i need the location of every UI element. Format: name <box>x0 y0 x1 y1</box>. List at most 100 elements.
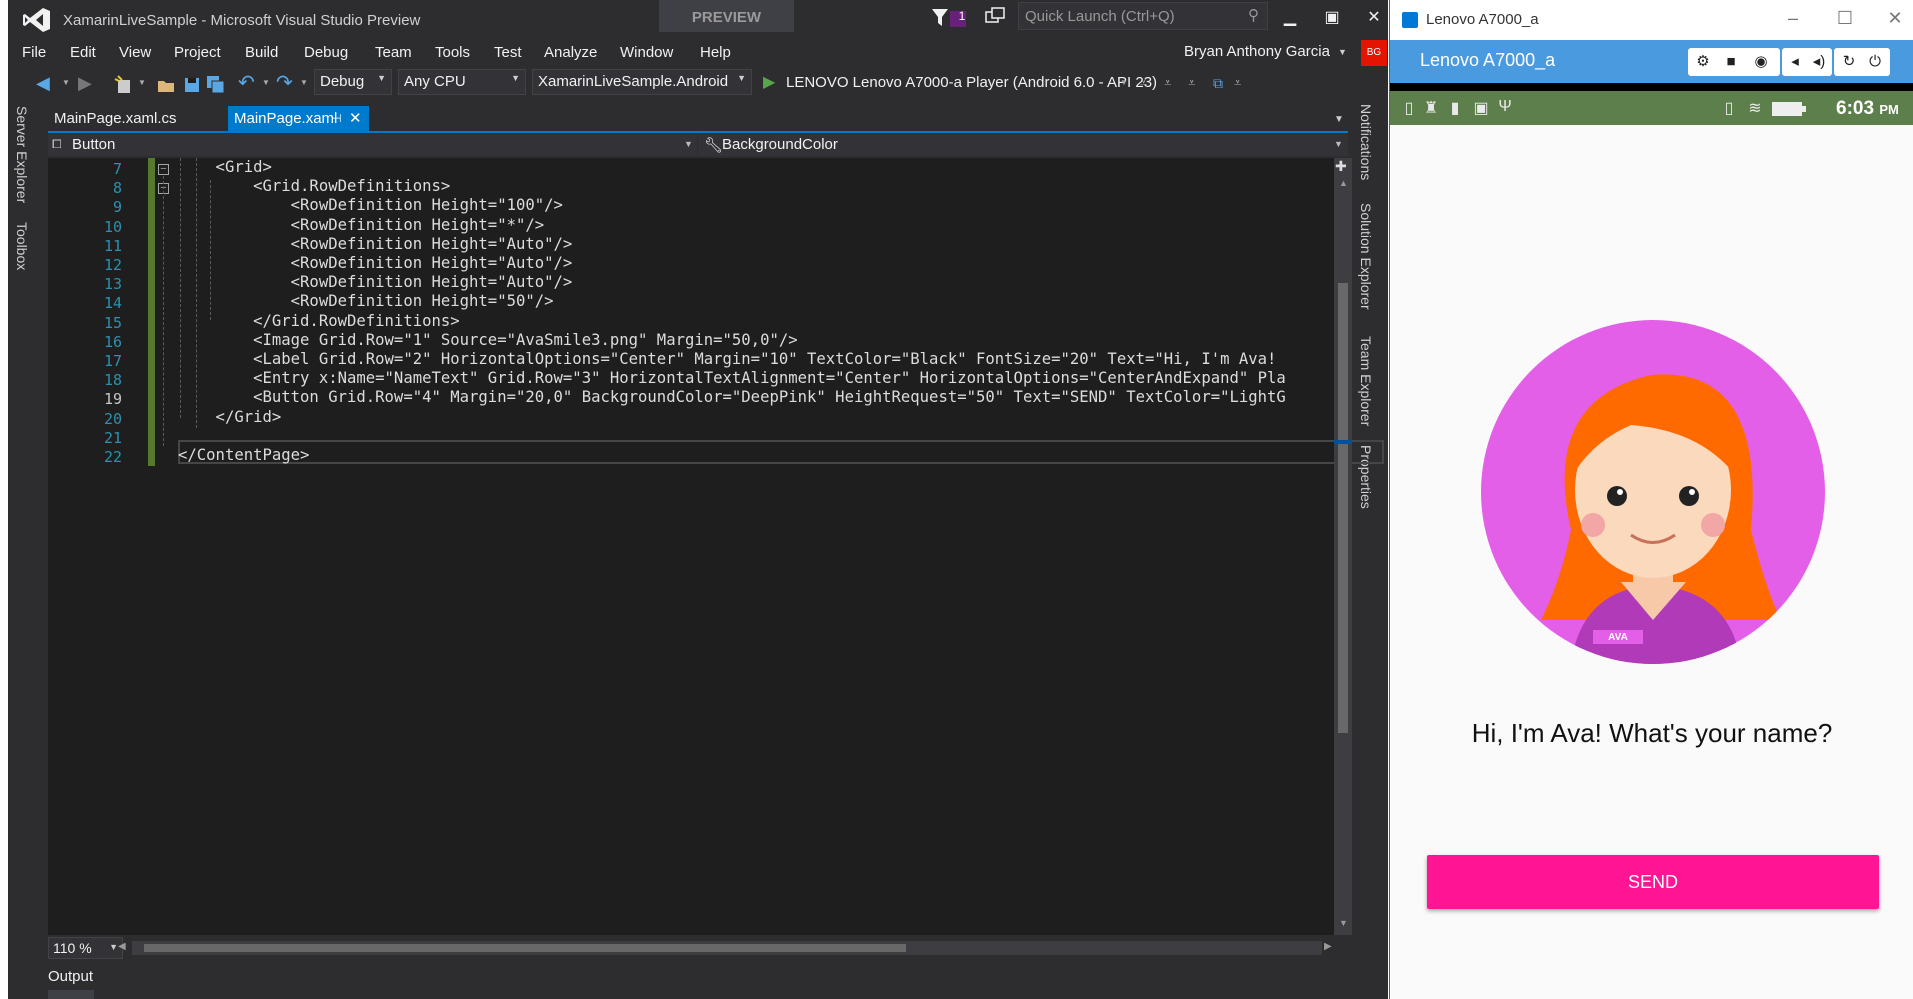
split-editor-icon[interactable]: ✚ <box>1335 158 1347 175</box>
menu-help[interactable]: Help <box>698 42 733 64</box>
tab-mainpage-xaml-cs[interactable]: MainPage.xaml.cs <box>48 106 183 132</box>
undo-icon[interactable]: ↶ <box>238 70 255 96</box>
player-volume-controls: ◂ ◂) <box>1782 48 1832 76</box>
tabs-dropdown-icon[interactable]: ▼ <box>1334 114 1344 125</box>
toolbar-overflow-icon[interactable]: ⩡ <box>1164 70 1171 96</box>
new-project-icon[interactable] <box>114 72 134 98</box>
title-bar: XamarinLiveSample - Microsoft Visual Stu… <box>8 0 1388 40</box>
minimize-button[interactable]: – <box>1778 8 1808 29</box>
collapse-grid-icon[interactable]: − <box>158 164 169 175</box>
scrollbar-thumb[interactable] <box>144 944 906 952</box>
user-name[interactable]: Bryan Anthony Garcia <box>1184 43 1330 60</box>
scrollbar-thumb[interactable] <box>1338 283 1348 733</box>
chevron-down-icon: ▼ <box>684 139 693 149</box>
solution-configuration-icon[interactable]: ⧉ <box>1213 70 1223 96</box>
menu-test[interactable]: Test <box>492 42 524 64</box>
scroll-left-icon[interactable]: ◀ <box>118 941 126 952</box>
user-dropdown-icon[interactable]: ▼ <box>1338 47 1347 57</box>
save-all-icon[interactable] <box>206 72 226 98</box>
new-dropdown-icon[interactable]: ▼ <box>138 70 146 96</box>
element-selector[interactable]: ⧠ Button ▼ <box>48 134 698 156</box>
menu-view[interactable]: View <box>117 42 153 64</box>
back-icon[interactable]: ◀ <box>36 70 50 96</box>
save-icon[interactable] <box>182 72 202 98</box>
send-button[interactable]: SEND <box>1427 855 1879 909</box>
pin-icon[interactable]: ⊣ <box>332 106 342 132</box>
maximize-button[interactable]: ☐ <box>1830 8 1860 29</box>
menu-edit[interactable]: Edit <box>68 42 98 64</box>
menu-window[interactable]: Window <box>618 42 675 64</box>
menu-team[interactable]: Team <box>373 42 414 64</box>
app-content: AVA Hi, I'm Ava! What's your name? SEND <box>1390 125 1913 999</box>
player-app-icon <box>1402 12 1418 28</box>
screenshot-icon[interactable]: ◉ <box>1748 51 1774 73</box>
close-button[interactable]: ✕ <box>1880 8 1910 29</box>
code-line[interactable]: </ContentPage> <box>178 444 309 467</box>
configuration-select[interactable]: Debug ▼ <box>314 69 392 95</box>
line-number: 16 <box>103 332 122 351</box>
member-selector-value: BackgroundColor <box>722 136 838 153</box>
toolbar-overflow-icon[interactable]: ⩡ <box>1140 70 1147 96</box>
menu-file[interactable]: File <box>20 42 48 64</box>
configuration-value: Debug <box>320 73 365 90</box>
close-button[interactable]: ✕ <box>1354 4 1394 32</box>
search-icon: ⚲ <box>1248 7 1259 24</box>
toolbar-overflow-icon[interactable]: ⩡ <box>1234 70 1241 96</box>
code-text[interactable]: <Grid> <Grid.RowDefinitions> <RowDefinit… <box>178 158 1383 935</box>
rotate-icon[interactable]: ↻ <box>1836 51 1862 73</box>
menu-tools[interactable]: Tools <box>433 42 472 64</box>
indent-guide <box>163 176 164 446</box>
scroll-right-icon[interactable]: ▶ <box>1324 941 1332 952</box>
menu-build[interactable]: Build <box>243 42 280 64</box>
close-icon[interactable]: ✕ <box>349 106 362 132</box>
menu-analyze[interactable]: Analyze <box>542 42 599 64</box>
quick-launch-input[interactable]: Quick Launch (Ctrl+Q) ⚲ <box>1018 2 1268 30</box>
zoom-select[interactable]: 110 % ▼ <box>48 937 123 959</box>
volume-down-icon[interactable]: ◂ <box>1782 51 1808 73</box>
feedback-icon[interactable] <box>983 6 1007 30</box>
horizontal-scrollbar[interactable] <box>132 941 1322 955</box>
volume-up-icon[interactable]: ◂) <box>1806 51 1832 73</box>
code-editor[interactable]: 7 8 9 10 11 12 13 14 15 16 17 18 19 20 21 22 − − <Grid>… <box>48 158 1384 935</box>
wifi-icon: ≋ <box>1748 100 1762 117</box>
menu-project[interactable]: Project <box>172 42 223 64</box>
player-device-name: Lenovo A7000_a <box>1420 50 1556 70</box>
open-file-icon[interactable] <box>156 72 176 98</box>
platform-select[interactable]: Any CPU ▼ <box>398 69 526 95</box>
scroll-up-icon[interactable]: ▲ <box>1339 178 1348 188</box>
output-panel-tab[interactable]: Output <box>48 968 93 985</box>
avatar[interactable]: BG <box>1361 40 1387 66</box>
camera-icon[interactable]: ■ <box>1718 51 1744 73</box>
maximize-button[interactable]: ▣ <box>1312 4 1352 32</box>
device-player-window: Lenovo A7000_a – ☐ ✕ Lenovo A7000_a ⚙ ■ … <box>1389 0 1913 999</box>
ava-avatar-image <box>1481 320 1825 664</box>
toolbar-overflow-icon[interactable]: ⩡ <box>1188 70 1195 96</box>
redo-dropdown-icon[interactable]: ▼ <box>300 70 308 96</box>
member-selector[interactable]: 🔧︎ BackgroundColor ▼ <box>700 134 1348 156</box>
code-line[interactable]: <Button Grid.Row="4" Margin="20,0" Backg… <box>178 386 1286 409</box>
tab-server-explorer[interactable]: Server Explorer <box>14 106 30 203</box>
run-target[interactable]: LENOVO Lenovo A7000-a Player (Android 6.… <box>786 70 1157 96</box>
tab-toolbox[interactable]: Toolbox <box>14 222 30 270</box>
minimize-button[interactable]: ▁ <box>1270 4 1310 32</box>
vertical-scrollbar[interactable]: ✚ ▲ ▼ <box>1334 158 1352 935</box>
undo-dropdown-icon[interactable]: ▼ <box>262 70 270 96</box>
scroll-down-icon[interactable]: ▼ <box>1339 918 1348 928</box>
menu-debug[interactable]: Debug <box>302 42 350 64</box>
document-tabs: MainPage.xaml.cs MainPage.xaml ⊣ ✕ <box>48 106 1348 132</box>
code-line[interactable]: </Grid> <box>178 406 282 429</box>
redo-icon[interactable]: ↷ <box>276 70 293 96</box>
start-debug-icon[interactable]: ▶ <box>763 70 775 96</box>
gear-icon[interactable]: ⚙ <box>1690 51 1716 73</box>
back-dropdown-icon[interactable]: ▼ <box>62 70 70 96</box>
tab-mainpage-xaml[interactable]: MainPage.xaml ⊣ ✕ <box>228 106 369 132</box>
menu-bar: File Edit View Project Build Debug Team … <box>8 40 1388 68</box>
quick-launch-placeholder: Quick Launch (Ctrl+Q) <box>1025 8 1175 25</box>
tab-underline <box>48 131 1348 133</box>
startup-project-select[interactable]: XamarinLiveSample.Android ▼ <box>532 69 752 95</box>
status-ampm: PM <box>1879 102 1899 117</box>
power-icon[interactable]: ⏻ <box>1862 51 1888 73</box>
forward-icon[interactable]: ▶ <box>78 70 92 96</box>
run-target-dropdown-icon[interactable]: ▼ <box>1120 70 1128 96</box>
output-panel-header <box>48 990 94 999</box>
